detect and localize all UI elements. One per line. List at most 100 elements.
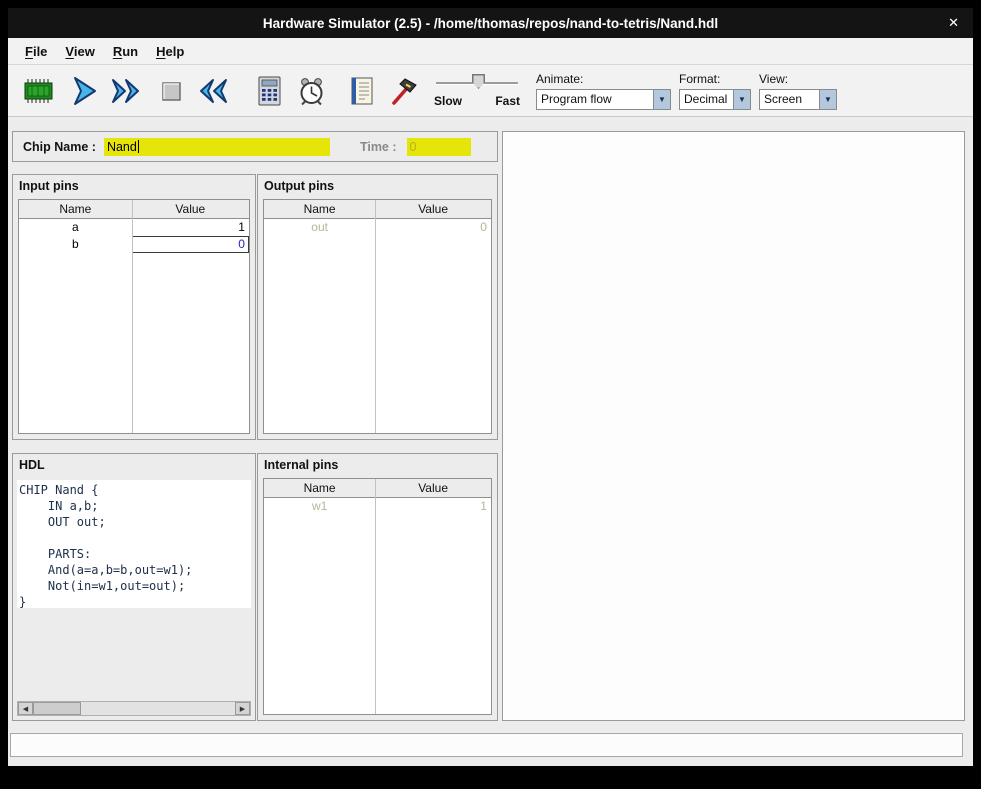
slider-slow-label: Slow — [434, 94, 462, 108]
breakpoints-button[interactable] — [384, 69, 422, 113]
breakpoint-axe-icon — [386, 74, 420, 108]
pin-value[interactable]: 1 — [132, 219, 249, 236]
pin-value: 0 — [375, 219, 491, 236]
calculator-icon — [252, 74, 286, 108]
table-row: out 0 — [264, 219, 491, 236]
input-pins-panel: Input pins Name Value a 1 b 0 — [12, 174, 256, 440]
hdl-panel: HDL CHIP Nand { IN a,b; OUT out; PARTS: … — [12, 453, 256, 721]
pin-name: a — [19, 219, 132, 236]
toolbar: Slow Fast Animate: Program flow ▼ Format… — [8, 65, 973, 117]
pin-value: 1 — [375, 498, 491, 515]
status-bar — [10, 733, 963, 757]
column-header-name: Name — [19, 200, 132, 218]
column-divider — [375, 479, 376, 714]
internal-pins-table: Name Value w1 1 — [263, 478, 492, 715]
view-group: View: Screen ▼ — [759, 72, 837, 110]
table-body: a 1 b 0 — [19, 219, 249, 433]
table-row: a 1 — [19, 219, 249, 236]
script-icon — [344, 74, 378, 108]
pin-value-editing[interactable]: 0 — [132, 236, 249, 253]
format-select[interactable]: Decimal ▼ — [679, 89, 751, 110]
time-label: Time : — [360, 140, 397, 154]
scroll-thumb[interactable] — [33, 702, 81, 715]
run-button[interactable] — [108, 69, 146, 113]
close-button[interactable]: ✕ — [948, 15, 959, 31]
column-header-value: Value — [375, 200, 491, 218]
scroll-right-button[interactable]: ▶ — [235, 702, 250, 715]
column-header-value: Value — [375, 479, 491, 497]
format-group: Format: Decimal ▼ — [679, 72, 751, 110]
single-step-icon — [68, 74, 102, 108]
table-body: w1 1 — [264, 498, 491, 714]
rewind-icon — [198, 74, 232, 108]
menu-view[interactable]: View — [56, 41, 103, 62]
input-pins-table: Name Value a 1 b 0 — [18, 199, 250, 434]
input-pins-title: Input pins — [13, 175, 255, 195]
script-button[interactable] — [342, 69, 380, 113]
animate-selected-value: Program flow — [537, 92, 653, 106]
clock-icon — [294, 74, 328, 108]
stop-icon — [154, 74, 188, 108]
table-body: out 0 — [264, 219, 491, 433]
window-title: Hardware Simulator (2.5) - /home/thomas/… — [263, 16, 718, 31]
slider-fast-label: Fast — [495, 94, 520, 108]
reset-button[interactable] — [196, 69, 234, 113]
right-arrow-icon: ▶ — [240, 705, 245, 713]
format-label: Format: — [679, 72, 751, 86]
output-pins-title: Output pins — [258, 175, 497, 195]
screen-display-panel — [502, 131, 965, 721]
table-header: Name Value — [264, 200, 491, 219]
output-pins-panel: Output pins Name Value out 0 — [257, 174, 498, 440]
hdl-horizontal-scrollbar[interactable]: ◀ ▶ — [17, 701, 251, 716]
chip-name-field[interactable]: Nand — [104, 138, 330, 156]
chevron-down-icon: ▼ — [653, 90, 670, 109]
internal-pins-panel: Internal pins Name Value w1 1 — [257, 453, 498, 721]
column-header-name: Name — [264, 479, 375, 497]
menu-help[interactable]: Help — [147, 41, 193, 62]
pin-name: w1 — [264, 498, 375, 515]
speed-slider-thumb[interactable] — [472, 74, 485, 89]
table-header: Name Value — [264, 479, 491, 498]
scroll-left-button[interactable]: ◀ — [18, 702, 33, 715]
load-chip-button[interactable] — [20, 69, 58, 113]
menu-bar: File View Run Help — [8, 38, 973, 65]
single-step-button[interactable] — [66, 69, 104, 113]
chevron-down-icon: ▼ — [819, 90, 836, 109]
hdl-editor[interactable]: CHIP Nand { IN a,b; OUT out; PARTS: And(… — [17, 480, 251, 608]
main-content: Chip Name : Nand Time : 0 Input pins Nam… — [8, 117, 973, 766]
left-arrow-icon: ◀ — [23, 705, 28, 713]
output-pins-table: Name Value out 0 — [263, 199, 492, 434]
chip-name-label: Chip Name : — [23, 140, 96, 154]
hardware-simulator-window: Hardware Simulator (2.5) - /home/thomas/… — [8, 8, 973, 766]
view-label: View: — [759, 72, 837, 86]
pin-name: out — [264, 219, 375, 236]
chip-icon — [21, 76, 57, 106]
internal-pins-title: Internal pins — [258, 454, 497, 474]
hdl-title: HDL — [13, 454, 255, 474]
column-header-value: Value — [132, 200, 249, 218]
text-caret — [138, 140, 139, 153]
time-field: 0 — [407, 138, 471, 156]
column-divider — [375, 200, 376, 433]
format-selected-value: Decimal — [680, 92, 733, 106]
view-select[interactable]: Screen ▼ — [759, 89, 837, 110]
calculator-button[interactable] — [250, 69, 288, 113]
pin-name: b — [19, 236, 132, 253]
menu-file[interactable]: File — [16, 41, 56, 62]
speed-slider: Slow Fast — [434, 73, 520, 108]
table-row: w1 1 — [264, 498, 491, 515]
stop-button[interactable] — [152, 69, 190, 113]
chevron-down-icon: ▼ — [733, 90, 750, 109]
animate-select[interactable]: Program flow ▼ — [536, 89, 671, 110]
clock-button[interactable] — [292, 69, 330, 113]
table-header: Name Value — [19, 200, 249, 219]
chip-name-bar: Chip Name : Nand Time : 0 — [12, 131, 498, 162]
column-divider — [132, 200, 133, 433]
table-row: b 0 — [19, 236, 249, 253]
menu-run[interactable]: Run — [104, 41, 147, 62]
view-selected-value: Screen — [760, 92, 819, 106]
title-bar: Hardware Simulator (2.5) - /home/thomas/… — [8, 8, 973, 38]
column-header-name: Name — [264, 200, 375, 218]
animate-label: Animate: — [536, 72, 671, 86]
animate-group: Animate: Program flow ▼ — [536, 72, 671, 110]
